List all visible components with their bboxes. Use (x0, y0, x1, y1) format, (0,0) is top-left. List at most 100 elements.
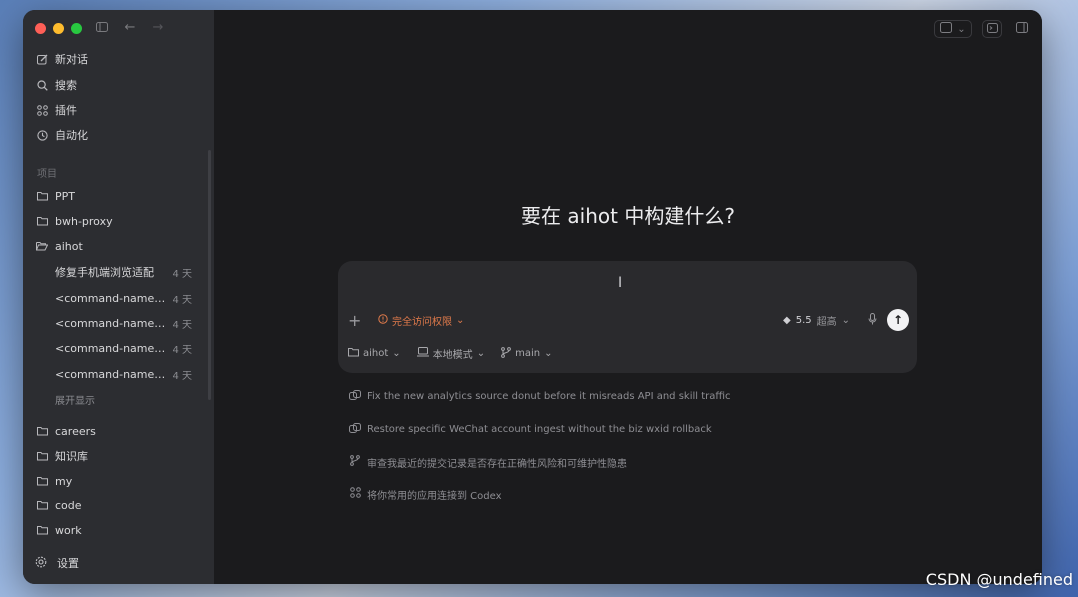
search-icon (35, 79, 49, 91)
branch-icon (348, 455, 362, 469)
terminal-button[interactable] (982, 20, 1002, 38)
grid-icon (348, 487, 362, 501)
permission-label: 完全访问权限 (392, 316, 452, 328)
nav-plugins[interactable]: 插件 (35, 99, 206, 121)
folder-icon (35, 476, 49, 486)
panel-right-icon (1016, 22, 1028, 36)
thread-title: <command-name>/... (55, 341, 167, 355)
nav-label: 自动化 (55, 129, 88, 142)
nav-new-chat[interactable]: 新对话 (35, 48, 206, 70)
thread-title: <command-name>/... (55, 291, 167, 305)
window-icon (940, 22, 953, 36)
thread-item[interactable]: 修复手机端浏览适配 4 天 (55, 261, 192, 283)
show-more-link[interactable]: 展开显示 (55, 388, 206, 410)
permission-dropdown[interactable]: 完全访问权限 ⌄ (378, 313, 464, 328)
project-label: my (55, 474, 73, 488)
prompt-input[interactable] (348, 269, 768, 291)
project-label: bwh-proxy (55, 214, 113, 228)
folder-icon (35, 451, 49, 461)
suggestion-item[interactable]: Fix the new analytics source donut befor… (348, 387, 908, 405)
folder-open-icon (35, 241, 49, 251)
thread-title: <command-name>/... (55, 316, 167, 330)
suggestion-text: Fix the new analytics source donut befor… (367, 390, 731, 402)
nav-label: 插件 (55, 104, 77, 117)
suggestion-text: 将你常用的应用连接到 Codex (367, 490, 502, 502)
page-title: 要在 aihot 中构建什么? (521, 204, 735, 228)
watermark: CSDN @undefined (925, 570, 1073, 589)
branch-selector[interactable]: main ⌄ (501, 346, 552, 361)
text-cursor-icon: I (618, 275, 623, 291)
forward-arrow-icon[interactable]: → (151, 20, 165, 35)
alert-icon (378, 313, 388, 327)
thread-item[interactable]: <command-name>/... 4 天 (55, 363, 192, 385)
thread-item[interactable]: <command-name>/... 4 天 (55, 312, 192, 334)
composer-toolbar: + 完全访问权限 ⌄ ◆ 5.5 超高 ⌄ ↑ (348, 308, 909, 332)
cloud-icon (348, 389, 362, 403)
nav-automation[interactable]: 自动化 (35, 124, 206, 146)
chevron-down-icon: ⌄ (957, 23, 966, 35)
project-aihot[interactable]: aihot (35, 235, 206, 257)
suggestion-item[interactable]: 审查我最近的提交记录是否存在正确性风险和可维护性隐患 (348, 453, 908, 471)
project-label: code (55, 498, 82, 512)
sidebar-scrollbar[interactable] (208, 150, 211, 400)
settings-button[interactable]: 设置 (35, 555, 79, 571)
folder-icon (35, 525, 49, 535)
composer-meta: aihot ⌄ 本地模式 ⌄ main ⌄ (348, 346, 552, 361)
model-version: 5.5 (795, 314, 812, 326)
chevron-down-icon: ⌄ (456, 314, 465, 326)
project-careers[interactable]: careers (35, 420, 206, 442)
chevron-down-icon: ⌄ (476, 348, 486, 359)
sidebar-toggle-icon[interactable] (95, 20, 109, 34)
clock-icon (35, 129, 49, 141)
folder-icon (348, 347, 359, 360)
project-label: careers (55, 424, 96, 438)
thread-item[interactable]: <command-name>/... 4 天 (55, 337, 192, 359)
project-knowledge-base[interactable]: 知识库 (35, 445, 206, 467)
toggle-panel-button[interactable] (1012, 20, 1032, 38)
suggestion-text: Restore specific WeChat account ingest w… (367, 423, 712, 435)
grid-icon (35, 104, 49, 116)
sparkle-icon: ◆ (783, 314, 791, 326)
project-code[interactable]: code (35, 494, 206, 516)
model-dropdown[interactable]: ◆ 5.5 超高 ⌄ (783, 313, 850, 328)
project-bwh-proxy[interactable]: bwh-proxy (35, 210, 206, 232)
send-button[interactable]: ↑ (887, 309, 909, 331)
thread-item[interactable]: <command-name>/... 4 天 (55, 287, 192, 309)
project-my[interactable]: my (35, 470, 206, 492)
arrow-up-icon: ↑ (892, 313, 904, 327)
back-arrow-icon[interactable]: ← (123, 20, 137, 35)
window-controls (35, 23, 82, 34)
chevron-down-icon: ⌄ (841, 314, 850, 326)
folder-icon (35, 500, 49, 510)
open-in-dropdown[interactable]: ⌄ (934, 20, 972, 38)
thread-title: 修复手机端浏览适配 (55, 266, 154, 279)
thread-age: 4 天 (172, 370, 192, 382)
suggestion-text: 审查我最近的提交记录是否存在正确性风险和可维护性隐患 (367, 458, 627, 470)
nav-label: 新对话 (55, 53, 88, 66)
thread-age: 4 天 (172, 268, 192, 280)
laptop-icon (416, 347, 429, 360)
project-label: PPT (55, 189, 75, 203)
suggestion-item[interactable]: 将你常用的应用连接到 Codex (348, 485, 908, 503)
minimize-window-button[interactable] (53, 23, 64, 34)
zoom-window-button[interactable] (71, 23, 82, 34)
chevron-down-icon: ⌄ (544, 348, 553, 359)
nav-search[interactable]: 搜索 (35, 74, 206, 96)
main-panel: ⌄ 要在 aihot 中构建什么? I + 完全访问权限 ⌄ ◆ 5.5 超高 … (214, 10, 1042, 584)
settings-label: 设置 (57, 557, 79, 570)
titlebar-icons: ← → (95, 20, 165, 35)
folder-icon (35, 216, 49, 226)
thread-title: <command-name>/... (55, 367, 167, 381)
project-selector[interactable]: aihot ⌄ (348, 346, 401, 361)
terminal-icon (986, 22, 998, 36)
microphone-icon[interactable] (868, 312, 877, 328)
close-window-button[interactable] (35, 23, 46, 34)
mode-selector[interactable]: 本地模式 ⌄ (416, 346, 486, 361)
project-work[interactable]: work (35, 519, 206, 541)
gear-icon (35, 556, 51, 571)
thread-age: 4 天 (172, 344, 192, 356)
project-ppt[interactable]: PPT (35, 185, 206, 207)
add-attachment-button[interactable]: + (348, 311, 364, 330)
model-level: 超高 (816, 316, 837, 328)
suggestion-item[interactable]: Restore specific WeChat account ingest w… (348, 420, 908, 438)
